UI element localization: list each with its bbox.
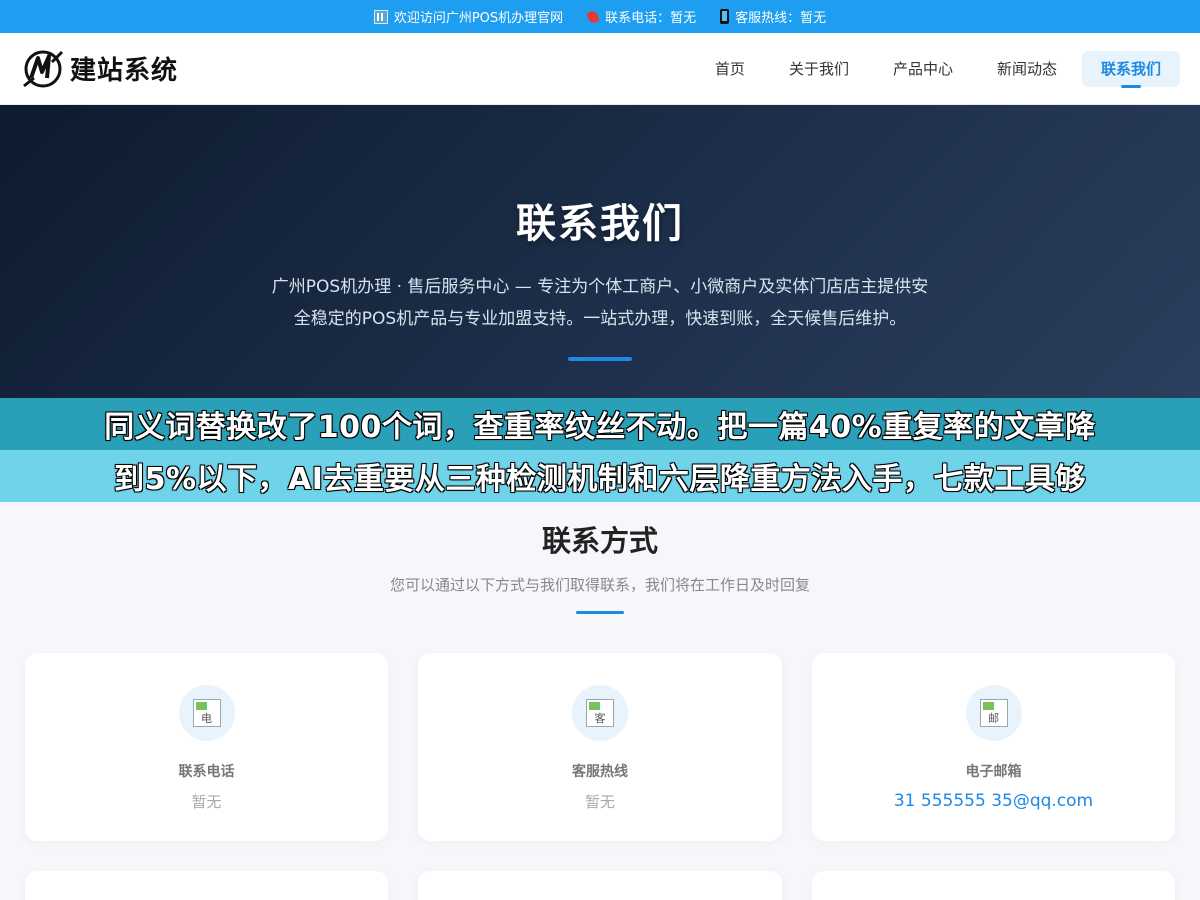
contact-card-placeholder [418, 871, 782, 900]
site-logo[interactable]: 建站系统 [22, 48, 178, 90]
contact-card-hotline: 客 客服热线 暂无 [418, 653, 782, 841]
hero-divider [568, 357, 632, 361]
main-nav: 首页 关于我们 产品中心 新闻动态 联系我们 [696, 50, 1180, 88]
contact-card-email: 邮 电子邮箱 31 555555 35@qq.com [812, 653, 1175, 841]
mobile-phone-icon [720, 9, 730, 24]
overlay-caption-banner: 同义词替换改了100个词，查重率纹丝不动。把一篇40%重复率的文章降 到5%以下… [0, 398, 1200, 502]
card-label: 电子邮箱 [965, 764, 1022, 780]
nav-home[interactable]: 首页 [696, 51, 764, 87]
section-divider [576, 611, 624, 614]
card-value: 暂无 [584, 793, 615, 811]
phone-item: 联系电话：暂无 [587, 7, 696, 26]
contact-cards: 电 联系电话 暂无 客 客服热线 暂无 邮 电子邮箱 31 555555 35@… [25, 653, 1175, 900]
hotline-item: 客服热线：暂无 [720, 7, 826, 26]
hero-banner: 联系我们 广州POS机办理 · 售后服务中心 — 专注为个体工商户、小微商户及实… [0, 105, 1200, 399]
card-value: 暂无 [191, 793, 222, 811]
overlay-line-1: 同义词替换改了100个词，查重率纹丝不动。把一篇40%重复率的文章降 [0, 398, 1200, 450]
hero-description: 广州POS机办理 · 售后服务中心 — 专注为个体工商户、小微商户及实体门店店主… [271, 277, 929, 329]
card-label: 客服热线 [572, 764, 628, 780]
card-label: 联系电话 [178, 764, 235, 780]
contact-card-placeholder [25, 871, 388, 900]
overlay-line-2: 到5%以下，AI去重要从三种检测机制和六层降重方法入手，七款工具够 [0, 450, 1200, 502]
contact-card-placeholder [812, 871, 1175, 900]
broken-image-icon: 客 [586, 699, 614, 727]
hotline-icon-circle: 客 [572, 685, 628, 741]
nav-about[interactable]: 关于我们 [770, 51, 868, 87]
email-icon-circle: 邮 [965, 685, 1022, 741]
nav-products[interactable]: 产品中心 [874, 51, 972, 87]
logo-mark-icon [23, 50, 64, 87]
phone-icon-circle: 电 [178, 685, 235, 741]
email-link[interactable]: 31 555555 35@qq.com [894, 791, 1093, 811]
phone-icon [587, 10, 599, 24]
website-icon [373, 9, 388, 24]
broken-image-icon: 电 [192, 699, 221, 727]
hotline-text: 客服热线：暂无 [735, 11, 827, 26]
contact-card-phone: 电 联系电话 暂无 [25, 653, 388, 841]
hero-title: 联系我们 [516, 201, 684, 247]
welcome-item: 欢迎访问广州POS机办理官网 [373, 7, 564, 26]
broken-image-icon: 邮 [979, 699, 1008, 727]
logo-text: 建站系统 [70, 56, 179, 86]
nav-news[interactable]: 新闻动态 [978, 51, 1076, 87]
site-header: 建站系统 首页 关于我们 产品中心 新闻动态 联系我们 [0, 33, 1200, 105]
section-subtitle: 您可以通过以下方式与我们取得联系，我们将在工作日及时回复 [389, 576, 810, 594]
contact-section-header: 联系方式 您可以通过以下方式与我们取得联系，我们将在工作日及时回复 [0, 502, 1200, 614]
nav-contact[interactable]: 联系我们 [1081, 50, 1180, 88]
top-info-bar: 欢迎访问广州POS机办理官网 联系电话：暂无 客服热线：暂无 [0, 0, 1200, 33]
section-title: 联系方式 [541, 524, 658, 558]
welcome-text: 欢迎访问广州POS机办理官网 [393, 11, 564, 26]
phone-text: 联系电话：暂无 [605, 11, 697, 26]
